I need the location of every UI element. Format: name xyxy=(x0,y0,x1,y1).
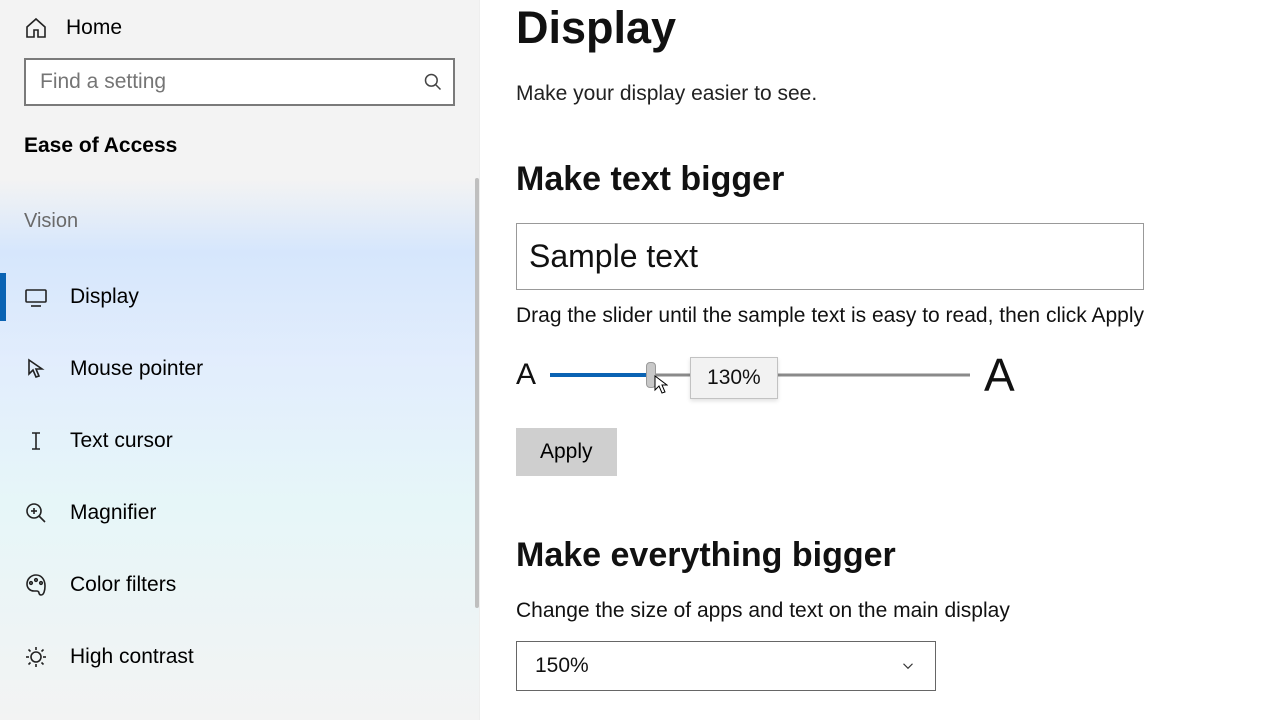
home-icon xyxy=(24,16,48,40)
section-title: Ease of Access xyxy=(0,134,479,180)
sidebar-label-text-cursor: Text cursor xyxy=(70,429,173,453)
text-size-slider-row: A 130% A xyxy=(516,348,1244,402)
sidebar-item-text-cursor[interactable]: Text cursor xyxy=(0,405,479,477)
sidebar-label-mouse-pointer: Mouse pointer xyxy=(70,357,203,381)
home-label: Home xyxy=(66,16,122,40)
color-filters-icon xyxy=(24,573,48,597)
main-content: Display Make your display easier to see.… xyxy=(480,0,1280,720)
mouse-pointer-icon xyxy=(24,357,48,381)
display-icon xyxy=(24,285,48,309)
sidebar-item-color-filters[interactable]: Color filters xyxy=(0,549,479,621)
apply-button[interactable]: Apply xyxy=(516,428,617,476)
search-field[interactable] xyxy=(40,70,423,94)
slider-instruction: Drag the slider until the sample text is… xyxy=(516,304,1244,328)
sidebar-label-high-contrast: High contrast xyxy=(70,645,194,669)
sidebar: Home Ease of Access Vision Display xyxy=(0,0,480,720)
a-small-icon: A xyxy=(516,358,536,392)
magnifier-icon xyxy=(24,501,48,525)
search-icon xyxy=(423,72,443,92)
search-input[interactable] xyxy=(24,58,455,106)
everything-bigger-instruction: Change the size of apps and text on the … xyxy=(516,599,1244,623)
page-title: Display xyxy=(516,2,1244,54)
high-contrast-icon xyxy=(24,645,48,669)
section-make-text-bigger: Make text bigger xyxy=(516,160,1244,199)
text-size-slider[interactable]: 130% xyxy=(550,363,970,387)
group-title: Vision xyxy=(0,180,479,261)
text-cursor-icon xyxy=(24,429,48,453)
slider-fill xyxy=(550,373,651,377)
sidebar-label-color-filters: Color filters xyxy=(70,573,176,597)
sidebar-item-high-contrast[interactable]: High contrast xyxy=(0,621,479,693)
sidebar-item-mouse-pointer[interactable]: Mouse pointer xyxy=(0,333,479,405)
sample-text-box: Sample text xyxy=(516,223,1144,290)
section-make-everything-bigger: Make everything bigger xyxy=(516,536,1244,575)
scale-dropdown-value: 150% xyxy=(535,654,589,678)
page-description: Make your display easier to see. xyxy=(516,82,1244,106)
slider-thumb[interactable] xyxy=(646,362,656,388)
slider-tooltip: 130% xyxy=(690,357,778,399)
sidebar-item-display[interactable]: Display xyxy=(0,261,479,333)
chevron-down-icon xyxy=(899,657,917,675)
scale-dropdown[interactable]: 150% xyxy=(516,641,936,691)
a-big-icon: A xyxy=(984,348,1015,402)
sidebar-label-display: Display xyxy=(70,285,139,309)
cursor-icon xyxy=(654,375,668,395)
home-nav[interactable]: Home xyxy=(0,10,479,58)
sidebar-label-magnifier: Magnifier xyxy=(70,501,156,525)
sidebar-item-magnifier[interactable]: Magnifier xyxy=(0,477,479,549)
